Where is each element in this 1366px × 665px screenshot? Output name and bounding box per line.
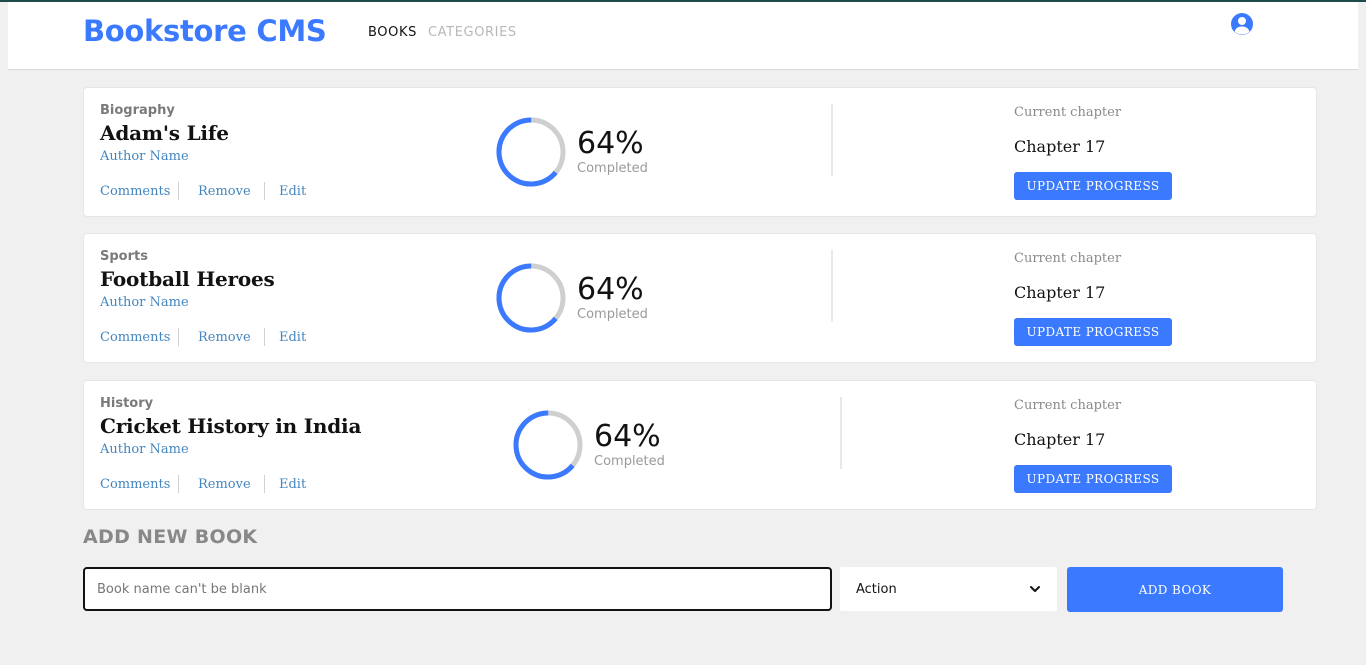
book-title: Cricket History in India [100,414,362,438]
current-chapter-label: Current chapter [1014,105,1122,120]
progress-label: Completed [577,161,648,176]
progress-ring [513,410,583,480]
chevron-down-icon [1030,586,1040,592]
progress-label: Completed [577,307,648,322]
progress-ring [496,263,566,333]
add-book-button[interactable]: ADD BOOK [1067,567,1283,612]
nav-books-link[interactable]: BOOKS [368,25,417,40]
user-circle-icon[interactable] [1230,12,1254,36]
current-chapter: Chapter 17 [1014,137,1106,156]
comments-button[interactable]: Comments [100,330,178,345]
current-chapter: Chapter 17 [1014,430,1106,449]
category-select-value: Action [856,581,897,597]
progress-indicator: 64% Completed [495,262,648,334]
book-name-input[interactable] [83,567,832,611]
book-card: History Cricket History in India Author … [83,380,1317,510]
comments-button[interactable]: Comments [100,184,178,199]
book-actions: Comments Remove Edit [100,182,306,200]
update-progress-button[interactable]: UPDATE PROGRESS [1014,318,1172,346]
update-progress-button[interactable]: UPDATE PROGRESS [1014,465,1172,493]
remove-button[interactable]: Remove [198,330,264,345]
current-chapter-label: Current chapter [1014,398,1122,413]
action-divider [264,328,265,346]
book-actions: Comments Remove Edit [100,475,306,493]
edit-button[interactable]: Edit [279,330,306,345]
current-chapter-label: Current chapter [1014,251,1122,266]
book-category: History [100,396,154,411]
add-book-heading: ADD NEW BOOK [83,526,258,548]
action-divider [264,182,265,200]
book-card: Biography Adam's Life Author Name Commen… [83,87,1317,217]
book-title: Football Heroes [100,267,275,291]
current-chapter: Chapter 17 [1014,283,1106,302]
edit-button[interactable]: Edit [279,184,306,199]
remove-button[interactable]: Remove [198,477,264,492]
action-divider [178,328,179,346]
progress-percent: 64% [577,126,644,161]
book-actions: Comments Remove Edit [100,328,306,346]
progress-label: Completed [594,454,665,469]
progress-indicator: 64% Completed [512,409,665,481]
book-title: Adam's Life [100,121,229,145]
action-divider [178,475,179,493]
progress-indicator: 64% Completed [495,116,648,188]
card-divider [840,397,842,469]
nav-categories-link[interactable]: CATEGORIES [428,25,517,40]
progress-percent: 64% [594,419,661,454]
book-author[interactable]: Author Name [100,295,189,310]
book-card: Sports Football Heroes Author Name Comme… [83,233,1317,363]
book-author[interactable]: Author Name [100,442,189,457]
action-divider [178,182,179,200]
app-header: Bookstore CMS BOOKS CATEGORIES [8,2,1358,70]
card-divider [831,104,833,176]
book-author[interactable]: Author Name [100,149,189,164]
edit-button[interactable]: Edit [279,477,306,492]
remove-button[interactable]: Remove [198,184,264,199]
update-progress-button[interactable]: UPDATE PROGRESS [1014,172,1172,200]
category-select[interactable]: Action [840,567,1057,611]
brand-logo-text[interactable]: Bookstore CMS [83,14,327,48]
book-category: Biography [100,103,175,118]
book-category: Sports [100,249,148,264]
comments-button[interactable]: Comments [100,477,178,492]
progress-ring [496,117,566,187]
card-divider [831,250,833,322]
progress-percent: 64% [577,272,644,307]
action-divider [264,475,265,493]
